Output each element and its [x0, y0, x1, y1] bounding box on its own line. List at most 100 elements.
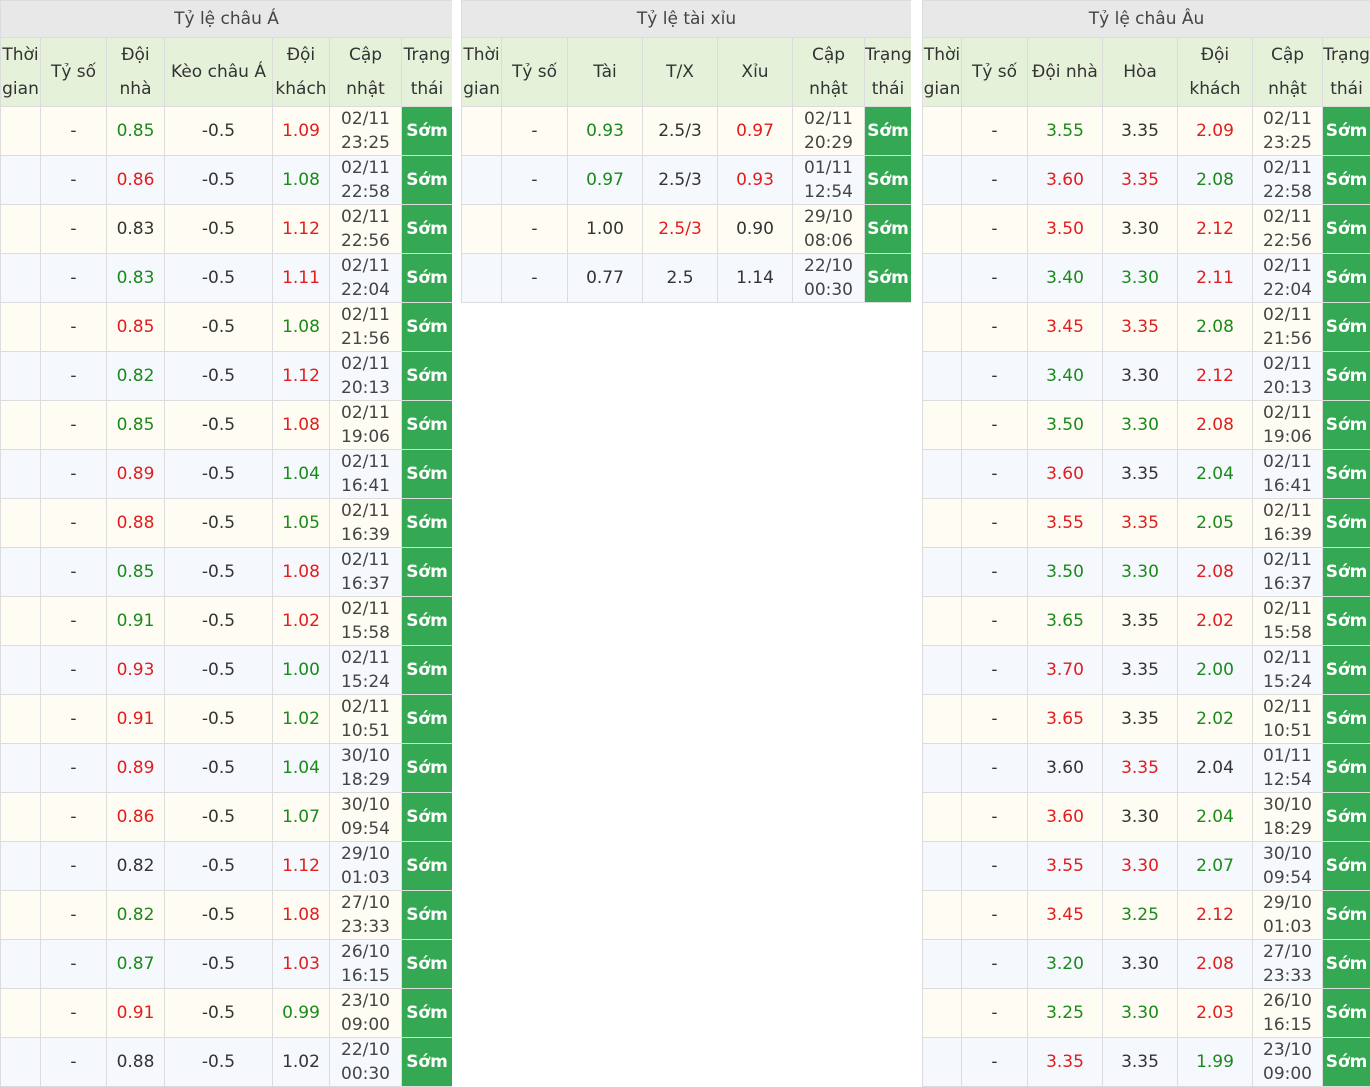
updated-date: 27/10 — [1253, 940, 1322, 964]
status-badge: Sớm — [402, 891, 453, 940]
table-row: -0.85-0.51.0902/1123:25Sớm — [1, 107, 453, 156]
draw-odds-cell: 3.30 — [1103, 548, 1178, 597]
handicap-line-cell: -0.5 — [165, 940, 273, 989]
table-row: -0.85-0.51.0802/1119:06Sớm — [1, 401, 453, 450]
score-cell: - — [41, 891, 107, 940]
table-row: -3.603.352.0802/1122:58Sớm — [923, 156, 1370, 205]
home-odds-cell: 0.88 — [107, 499, 165, 548]
updated-date: 02/11 — [1253, 303, 1322, 327]
table-row: -0.85-0.51.0802/1121:56Sớm — [1, 303, 453, 352]
status-badge: Sớm — [402, 989, 453, 1038]
updated-date: 02/11 — [330, 597, 401, 621]
away-odds-cell: 1.09 — [273, 107, 330, 156]
updated-time-cell: 27/1023:33 — [1253, 940, 1323, 989]
table-row: -3.653.352.0202/1115:58Sớm — [923, 597, 1370, 646]
home-odds-cell: 0.85 — [107, 107, 165, 156]
updated-time-cell: 02/1120:13 — [1253, 352, 1323, 401]
away-odds-cell: 1.12 — [273, 842, 330, 891]
away-odds-cell: 1.07 — [273, 793, 330, 842]
col-header-home: Đội nhà — [1028, 38, 1103, 107]
col-header-status: Trạng thái — [1323, 38, 1370, 107]
time-cell — [923, 597, 962, 646]
table-row: -0.91-0.51.0202/1115:58Sớm — [1, 597, 453, 646]
time-cell — [1, 450, 41, 499]
under-odds-cell: 1.14 — [718, 254, 793, 303]
home-odds-cell: 0.82 — [107, 842, 165, 891]
updated-clock: 01:03 — [1253, 915, 1322, 939]
updated-time-cell: 02/1115:58 — [1253, 597, 1323, 646]
handicap-line-cell: -0.5 — [165, 401, 273, 450]
away-odds-cell: 2.08 — [1178, 401, 1253, 450]
score-cell: - — [41, 842, 107, 891]
score-cell: - — [41, 205, 107, 254]
over-under-panel: Tỷ lệ tài xỉu Thời gian Tỷ số Tài T/X Xỉ… — [461, 0, 911, 303]
updated-clock: 21:56 — [330, 327, 401, 351]
home-odds-cell: 0.82 — [107, 891, 165, 940]
table-row: -1.002.5/30.9029/1008:06Sớm — [462, 205, 912, 254]
time-cell — [1, 352, 41, 401]
status-badge: Sớm — [1323, 793, 1370, 842]
table-row: -3.653.352.0202/1110:51Sớm — [923, 695, 1370, 744]
total-line-cell: 2.5/3 — [643, 205, 718, 254]
away-odds-cell: 1.05 — [273, 499, 330, 548]
updated-date: 02/11 — [330, 254, 401, 278]
updated-clock: 23:25 — [1253, 131, 1322, 155]
table-row: -3.403.302.1202/1120:13Sớm — [923, 352, 1370, 401]
updated-time-cell: 02/1123:25 — [1253, 107, 1323, 156]
table-row: -3.603.352.0402/1116:41Sớm — [923, 450, 1370, 499]
updated-clock: 10:51 — [1253, 719, 1322, 743]
table-row: -3.503.302.1202/1122:56Sớm — [923, 205, 1370, 254]
score-cell: - — [41, 303, 107, 352]
updated-clock: 20:29 — [793, 131, 864, 155]
score-cell: - — [41, 744, 107, 793]
time-cell — [1, 597, 41, 646]
home-odds-cell: 3.50 — [1028, 401, 1103, 450]
handicap-line-cell: -0.5 — [165, 842, 273, 891]
draw-odds-cell: 3.35 — [1103, 107, 1178, 156]
updated-clock: 00:30 — [330, 1062, 401, 1086]
updated-date: 02/11 — [1253, 646, 1322, 670]
status-badge: Sớm — [1323, 401, 1370, 450]
updated-time-cell: 02/1121:56 — [1253, 303, 1323, 352]
updated-time-cell: 26/1016:15 — [1253, 989, 1323, 1038]
updated-date: 29/10 — [1253, 891, 1322, 915]
score-cell: - — [962, 842, 1028, 891]
time-cell — [923, 156, 962, 205]
status-badge: Sớm — [1323, 107, 1370, 156]
updated-date: 02/11 — [330, 401, 401, 425]
updated-time-cell: 23/1009:00 — [1253, 1038, 1323, 1087]
away-odds-cell: 2.08 — [1178, 548, 1253, 597]
updated-date: 02/11 — [330, 303, 401, 327]
updated-clock: 22:04 — [1253, 278, 1322, 302]
time-cell — [923, 842, 962, 891]
over-under-title: Tỷ lệ tài xỉu — [462, 1, 912, 38]
time-cell — [1, 646, 41, 695]
european-odds-table: Tỷ lệ châu Âu Thời gian Tỷ số Đội nhà Hò… — [922, 0, 1370, 1087]
time-cell — [923, 695, 962, 744]
updated-clock: 22:58 — [330, 180, 401, 204]
away-odds-cell: 2.09 — [1178, 107, 1253, 156]
updated-time-cell: 02/1110:51 — [1253, 695, 1323, 744]
updated-date: 23/10 — [330, 989, 401, 1013]
score-cell: - — [502, 156, 568, 205]
score-cell: - — [502, 254, 568, 303]
status-badge: Sớm — [1323, 450, 1370, 499]
updated-date: 02/11 — [1253, 401, 1322, 425]
away-odds-cell: 1.02 — [273, 597, 330, 646]
updated-date: 26/10 — [330, 940, 401, 964]
updated-time-cell: 02/1116:37 — [1253, 548, 1323, 597]
score-cell: - — [41, 450, 107, 499]
updated-clock: 16:37 — [330, 572, 401, 596]
time-cell — [923, 352, 962, 401]
status-badge: Sớm — [1323, 303, 1370, 352]
updated-time-cell: 02/1121:56 — [330, 303, 402, 352]
table-row: -0.83-0.51.1102/1122:04Sớm — [1, 254, 453, 303]
draw-odds-cell: 3.35 — [1103, 1038, 1178, 1087]
updated-date: 02/11 — [330, 548, 401, 572]
home-odds-cell: 3.45 — [1028, 891, 1103, 940]
status-badge: Sớm — [402, 401, 453, 450]
handicap-line-cell: -0.5 — [165, 156, 273, 205]
home-odds-cell: 3.65 — [1028, 597, 1103, 646]
draw-odds-cell: 3.35 — [1103, 156, 1178, 205]
status-badge: Sớm — [402, 646, 453, 695]
